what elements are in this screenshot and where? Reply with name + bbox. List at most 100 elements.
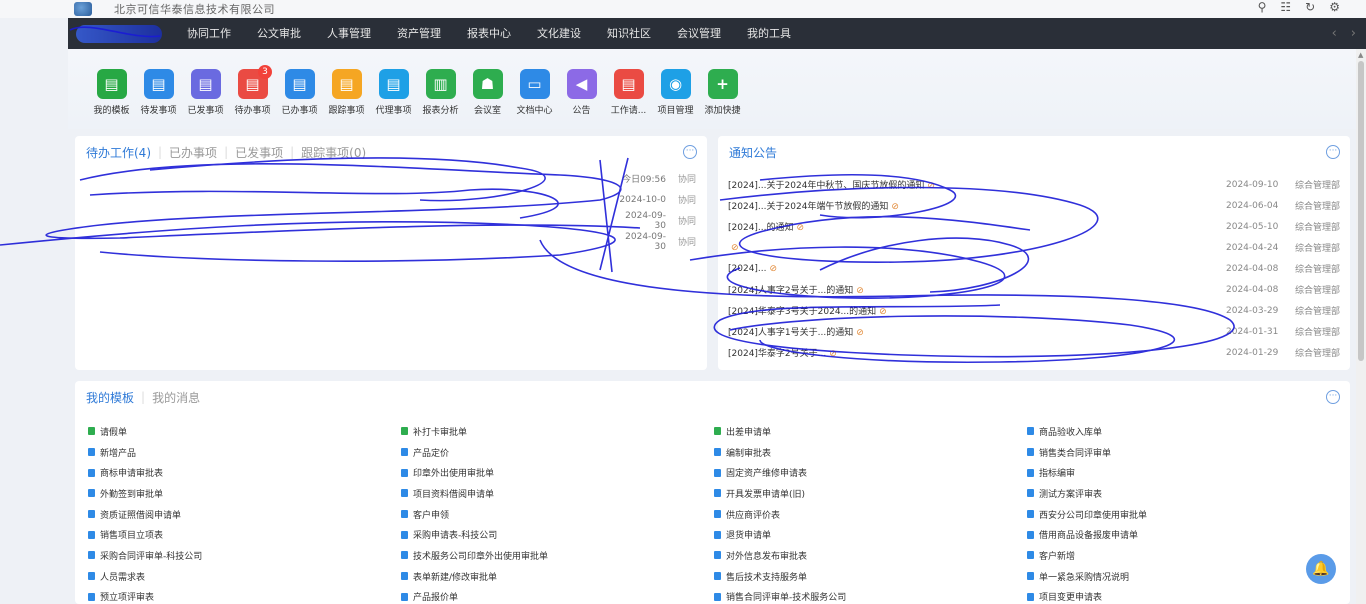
template-item[interactable]: 项目变更申请表 xyxy=(1027,587,1340,604)
shortcut-item[interactable]: ▤ 我的模板 xyxy=(88,69,135,129)
shortcut-icon[interactable]: ▤ xyxy=(143,69,174,99)
template-label[interactable]: 商标申请审批表 xyxy=(100,466,163,479)
shortcut-item[interactable]: ▤ 已办事项 xyxy=(276,69,323,129)
shortcut-item[interactable]: ▤ 工作请... xyxy=(605,69,652,129)
template-label[interactable]: 售后技术支持服务单 xyxy=(726,570,807,583)
template-item[interactable]: 开具发票申请单(旧) xyxy=(714,483,1027,504)
tab-my-messages[interactable]: 我的消息 xyxy=(152,389,200,406)
template-label[interactable]: 采购申请表-科技公司 xyxy=(413,528,497,541)
shortcut-item[interactable]: ▤ 待发事项 xyxy=(135,69,182,129)
tab-done-items[interactable]: 已办事项 xyxy=(169,144,217,161)
template-label[interactable]: 采购合同评审单-科技公司 xyxy=(100,549,202,562)
template-item[interactable]: 借用商品设备报废申请单 xyxy=(1027,524,1340,545)
shortcut-icon[interactable]: ▤ xyxy=(284,69,315,99)
grid-icon[interactable]: ☷ xyxy=(1280,0,1291,14)
shortcut-item[interactable]: ▤ 代理事项 xyxy=(370,69,417,129)
todo-row[interactable]: 今日09:56 协同 xyxy=(86,168,696,189)
template-label[interactable]: 指标编审 xyxy=(1039,466,1075,479)
nav-item[interactable]: 会议管理 xyxy=(664,18,734,49)
template-item[interactable]: 固定资产维修申请表 xyxy=(714,462,1027,483)
template-item[interactable]: 技术服务公司印章外出使用审批单 xyxy=(401,545,714,566)
notice-title-text[interactable]: [2024]华泰字2号关于... xyxy=(728,349,826,359)
template-item[interactable]: 客户新增 xyxy=(1027,545,1340,566)
template-label[interactable]: 表单新建/修改审批单 xyxy=(413,570,497,583)
notice-title-text[interactable]: [2024]华泰字3号关于2024...的通知 xyxy=(728,307,876,317)
notice-row[interactable]: [2024]...关于2024年端午节放假的通知 ⊘ 2024-06-04 综合管理部 xyxy=(728,195,1340,216)
template-label[interactable]: 新增产品 xyxy=(100,446,136,459)
template-item[interactable]: 印章外出使用审批单 xyxy=(401,462,714,483)
template-label[interactable]: 供应商评价表 xyxy=(726,508,780,521)
template-label[interactable]: 人员需求表 xyxy=(100,570,145,583)
shortcut-icon[interactable]: + xyxy=(707,69,738,99)
notice-row[interactable]: [2024]人事字2号关于...的通知 ⊘ 2024-04-08 综合管理部 xyxy=(728,279,1340,300)
tab-tracked-items[interactable]: 跟踪事项(0) xyxy=(301,144,366,161)
template-item[interactable]: 售后技术支持服务单 xyxy=(714,566,1027,587)
refresh-icon[interactable]: ↻ xyxy=(1305,0,1315,14)
template-label[interactable]: 商品验收入库单 xyxy=(1039,425,1102,438)
nav-item[interactable]: 报表中心 xyxy=(454,18,524,49)
template-item[interactable]: 外勤签到审批单 xyxy=(88,483,401,504)
template-item[interactable]: 采购合同评审单-科技公司 xyxy=(88,545,401,566)
notice-row[interactable]: [2024]...关于2024年中秋节、国庆节放假的通知 ⊘ 2024-09-10 综… xyxy=(728,174,1340,195)
notice-title-text[interactable]: [2024]人事字2号关于...的通知 xyxy=(728,286,853,296)
notice-title[interactable]: [2024]...的通知 ⊘ xyxy=(728,220,1226,233)
notice-title[interactable]: [2024]华泰字3号关于2024...的通知 ⊘ xyxy=(728,304,1226,317)
notice-title-text[interactable]: [2024]...关于2024年中秋节、国庆节放假的通知 xyxy=(728,181,924,191)
template-label[interactable]: 产品定价 xyxy=(413,446,449,459)
template-label[interactable]: 销售类合同评审单 xyxy=(1039,446,1111,459)
template-item[interactable]: 商标申请审批表 xyxy=(88,462,401,483)
template-item[interactable]: 新增产品 xyxy=(88,442,401,463)
nav-item[interactable]: 我的工具 xyxy=(734,18,804,49)
template-label[interactable]: 编制审批表 xyxy=(726,446,771,459)
shortcut-item[interactable]: + 添加快捷 xyxy=(699,69,746,129)
template-label[interactable]: 固定资产维修申请表 xyxy=(726,466,807,479)
template-item[interactable]: 退货申请单 xyxy=(714,524,1027,545)
template-label[interactable]: 客户新增 xyxy=(1039,549,1075,562)
shortcut-icon[interactable]: ☗ xyxy=(472,69,503,99)
template-item[interactable]: 单一紧急采购情况说明 xyxy=(1027,566,1340,587)
notice-title[interactable]: [2024]... ⊘ xyxy=(728,264,1226,274)
bell-icon[interactable]: 🔔 xyxy=(1306,554,1336,584)
template-item[interactable]: 产品报价单 xyxy=(401,587,714,604)
todo-row[interactable]: 2024-09-30 协同 xyxy=(86,231,696,252)
notice-title-text[interactable]: [2024]...关于2024年端午节放假的通知 xyxy=(728,202,888,212)
template-label[interactable]: 测试方案评审表 xyxy=(1039,487,1102,500)
template-label[interactable]: 客户申领 xyxy=(413,508,449,521)
template-item[interactable]: 销售项目立项表 xyxy=(88,524,401,545)
template-label[interactable]: 销售合同评审单-技术服务公司 xyxy=(726,590,846,603)
template-item[interactable]: 出差申请单 xyxy=(714,421,1027,442)
notice-row[interactable]: ⊘ 2024-04-24 综合管理部 xyxy=(728,237,1340,258)
notice-row[interactable]: [2024]...的通知 ⊘ 2024-05-10 综合管理部 xyxy=(728,216,1340,237)
notice-row[interactable]: [2024]... ⊘ 2024-04-08 综合管理部 xyxy=(728,258,1340,279)
template-label[interactable]: 预立项评审表 xyxy=(100,590,154,603)
notice-title[interactable]: [2024]人事字1号关于...的通知 ⊘ xyxy=(728,325,1226,338)
template-item[interactable]: 西安分公司印章使用审批单 xyxy=(1027,504,1340,525)
template-item[interactable]: 表单新建/修改审批单 xyxy=(401,566,714,587)
todo-row[interactable]: 2024-09-30 协同 xyxy=(86,210,696,231)
notice-title[interactable]: [2024]...关于2024年中秋节、国庆节放假的通知 ⊘ xyxy=(728,178,1226,191)
template-label[interactable]: 项目变更申请表 xyxy=(1039,590,1102,603)
more-icon[interactable]: ··· xyxy=(1326,390,1340,404)
nav-next-icon[interactable]: › xyxy=(1351,26,1356,41)
template-label[interactable]: 补打卡审批单 xyxy=(413,425,467,438)
tab-sent-items[interactable]: 已发事项 xyxy=(235,144,283,161)
shortcut-icon[interactable]: ▤ xyxy=(96,69,127,99)
shortcut-icon[interactable]: ▤ xyxy=(613,69,644,99)
template-item[interactable]: 客户申领 xyxy=(401,504,714,525)
template-label[interactable]: 出差申请单 xyxy=(726,425,771,438)
shortcut-icon[interactable]: ▭ xyxy=(519,69,550,99)
template-label[interactable]: 开具发票申请单(旧) xyxy=(726,487,805,500)
template-item[interactable]: 补打卡审批单 xyxy=(401,421,714,442)
notice-title[interactable]: ⊘ xyxy=(728,243,1226,253)
todo-row[interactable]: 2024-10-0 协同 xyxy=(86,189,696,210)
shortcut-item[interactable]: ▤ 3 待办事项 xyxy=(229,65,276,129)
notice-title-text[interactable]: [2024]...的通知 xyxy=(728,223,794,233)
brand-logo[interactable] xyxy=(76,24,162,43)
nav-item[interactable]: 知识社区 xyxy=(594,18,664,49)
shortcut-icon[interactable]: ◀ xyxy=(566,69,597,99)
template-label[interactable]: 项目资料借阅申请单 xyxy=(413,487,494,500)
scrollbar-thumb[interactable] xyxy=(1358,61,1364,361)
shortcut-item[interactable]: ▭ 文档中心 xyxy=(511,69,558,129)
tab-pending-work[interactable]: 待办工作(4) xyxy=(86,144,151,161)
notice-row[interactable]: [2024]华泰字3号关于2024...的通知 ⊘ 2024-03-29 综合管理部 xyxy=(728,300,1340,321)
